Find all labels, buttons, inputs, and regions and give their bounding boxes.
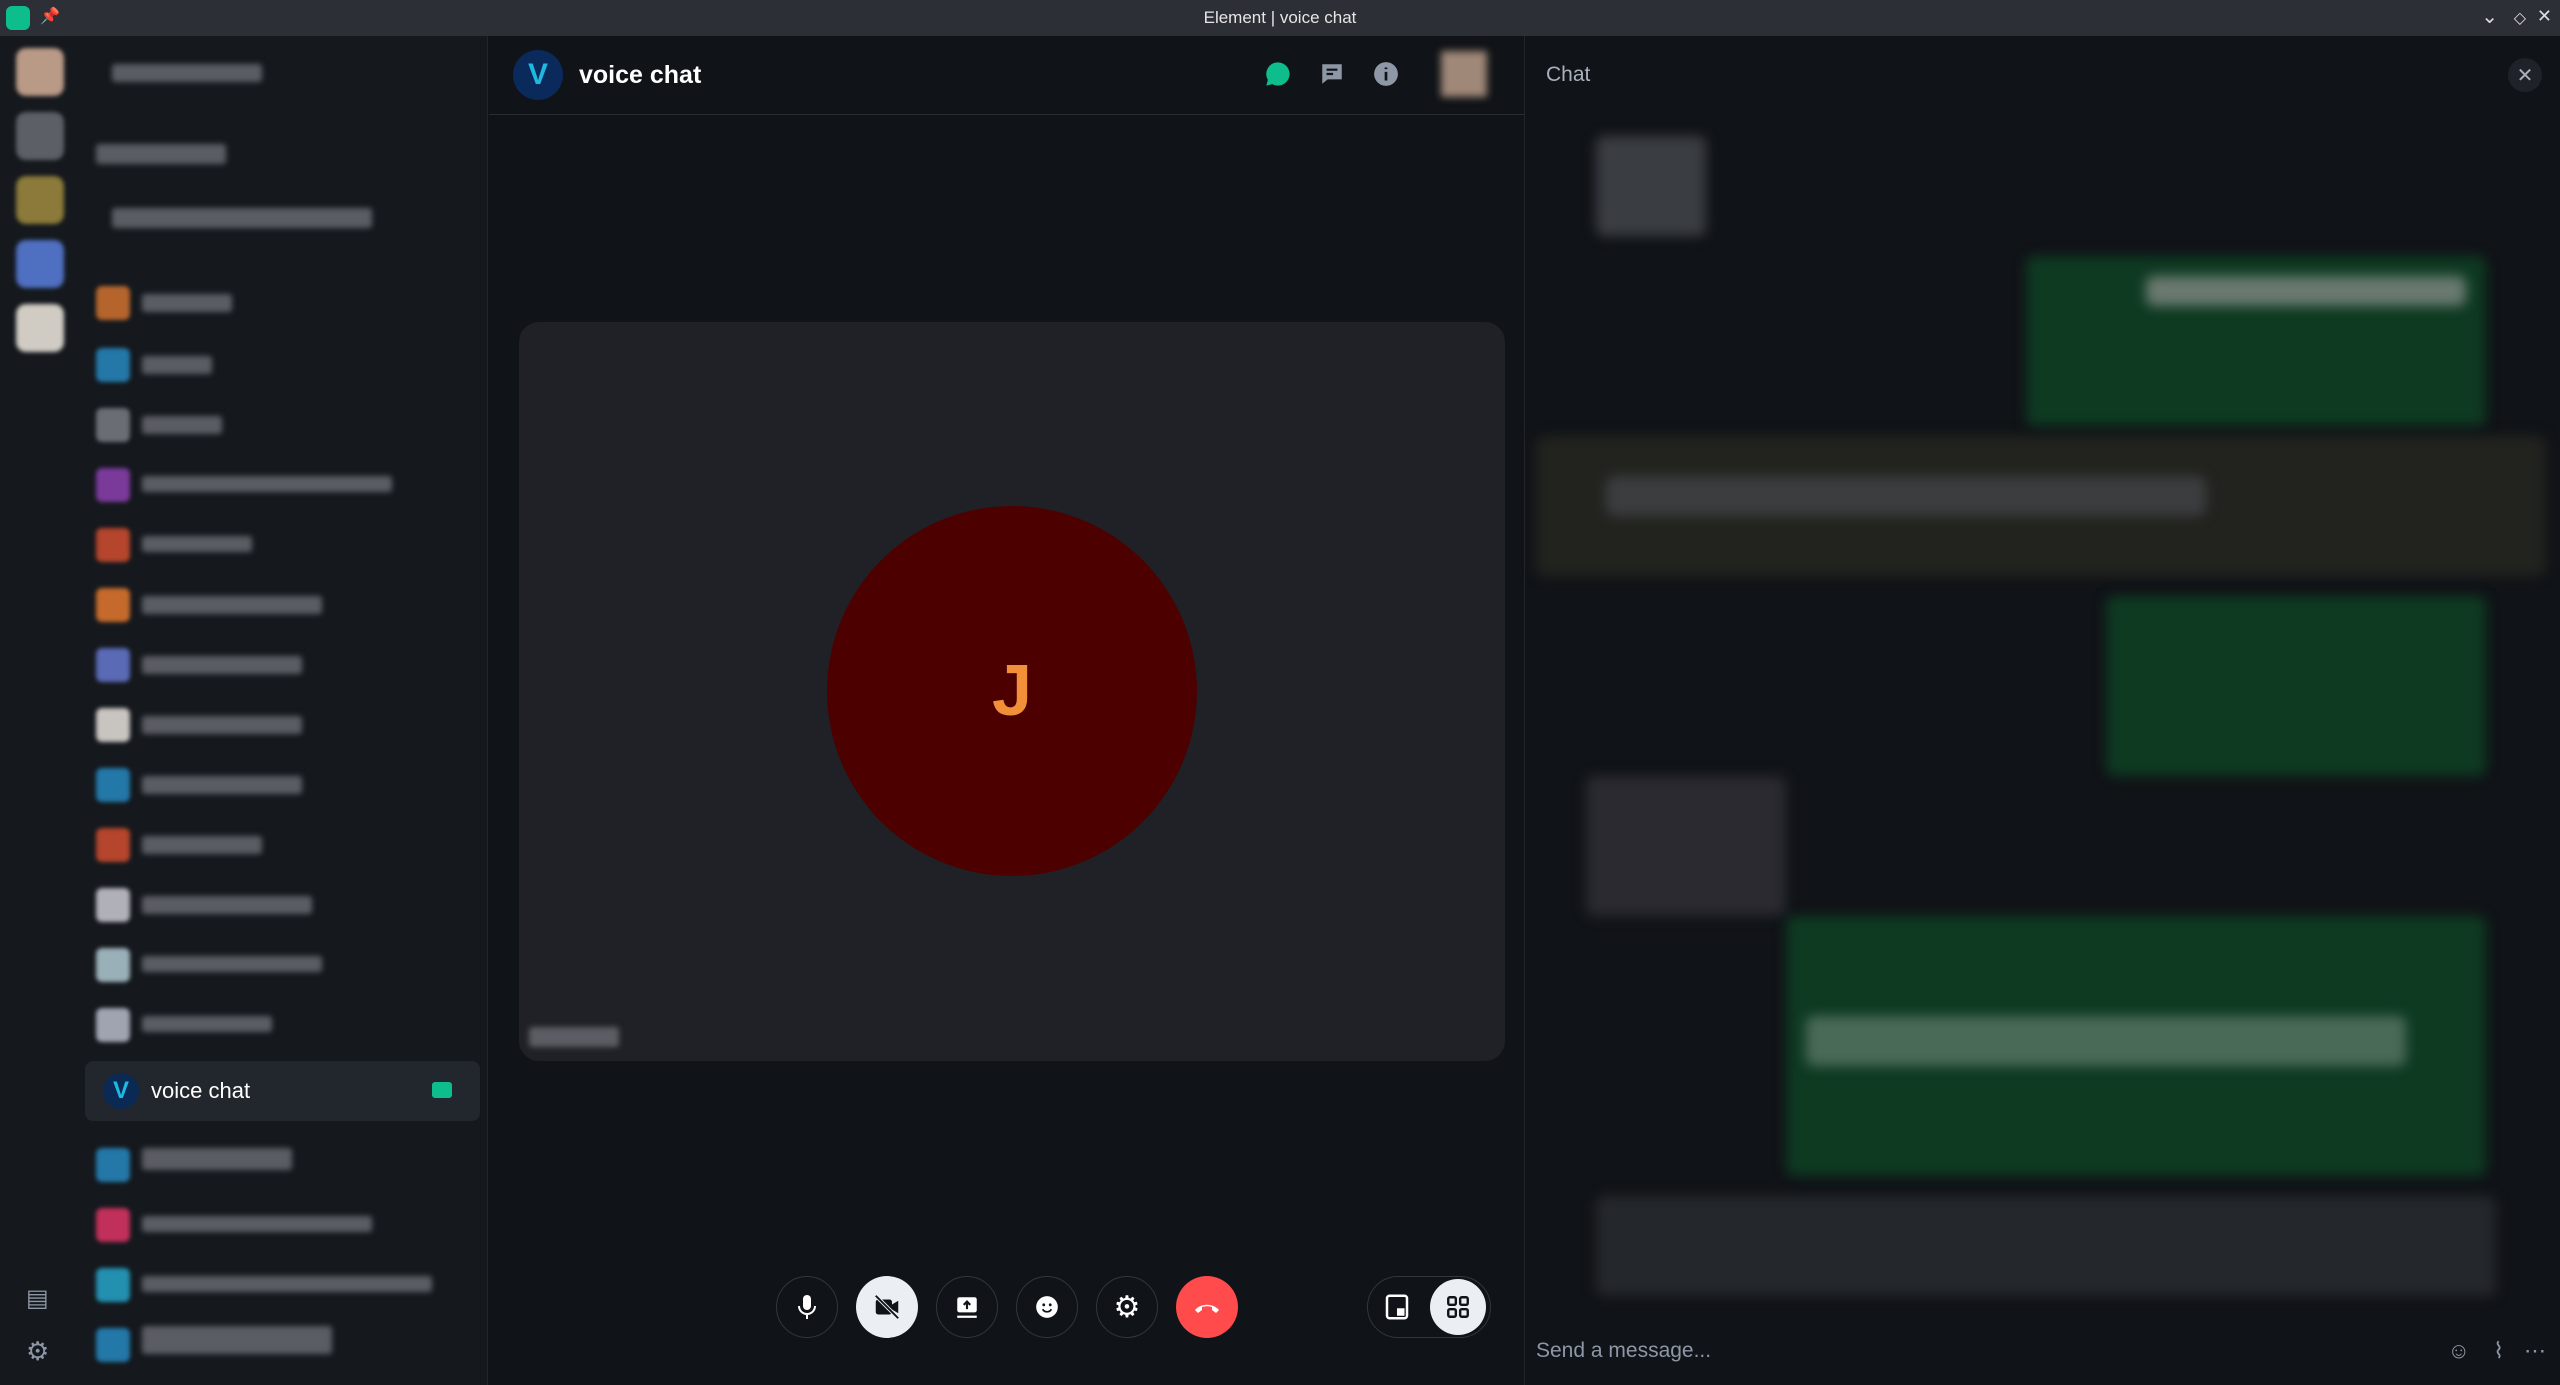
emoji-icon[interactable]: ☺ <box>2448 1338 2470 1364</box>
room-item[interactable] <box>142 1016 272 1032</box>
space-avatar[interactable] <box>16 112 64 160</box>
room-avatar <box>96 468 130 502</box>
message <box>1596 136 1706 236</box>
space-avatar[interactable] <box>16 176 64 224</box>
room-avatar <box>96 648 130 682</box>
room-header: V voice chat <box>489 36 1524 115</box>
threads-icon[interactable] <box>1316 58 1348 90</box>
room-title[interactable]: voice chat <box>579 61 701 90</box>
spotlight-layout-icon[interactable] <box>1382 1292 1412 1327</box>
room-item[interactable] <box>142 476 392 492</box>
room-avatar <box>96 948 130 982</box>
title-bar: 📌 Element | voice chat ⌄ ◇ ✕ <box>0 0 2560 36</box>
close-icon[interactable]: ✕ <box>2508 58 2542 92</box>
chat-icon[interactable] <box>1262 58 1294 90</box>
window-title: Element | voice chat <box>1204 8 1357 28</box>
maximize-icon[interactable]: ◇ <box>2514 8 2526 28</box>
room-item[interactable] <box>142 1276 432 1292</box>
minimize-icon[interactable]: ⌄ <box>2481 4 2498 29</box>
chat-panel-title: Chat <box>1546 63 1590 87</box>
room-item[interactable] <box>142 294 232 312</box>
room-avatar <box>96 408 130 442</box>
blurred-header <box>112 64 262 82</box>
call-view: V voice chat J ⚙ <box>489 36 1525 1385</box>
grid-layout-icon[interactable] <box>1430 1279 1486 1335</box>
room-avatar <box>96 348 130 382</box>
room-item[interactable] <box>142 776 302 794</box>
room-item[interactable] <box>142 536 252 552</box>
chat-panel: Chat ✕ ☺ ⌇ ⋯ <box>1526 36 2560 1385</box>
room-name: voice chat <box>151 1078 250 1104</box>
hangup-button[interactable] <box>1176 1276 1238 1338</box>
camera-off-button[interactable] <box>856 1276 918 1338</box>
room-item[interactable] <box>142 836 262 854</box>
room-item[interactable] <box>142 416 222 434</box>
room-avatar: V <box>103 1073 139 1109</box>
pin-icon[interactable]: 📌 <box>40 6 60 26</box>
participant-avatar: J <box>827 506 1197 876</box>
attachment-icon[interactable]: ⌇ <box>2493 1338 2504 1364</box>
threads-icon[interactable]: ▤ <box>26 1284 49 1313</box>
room-avatar <box>96 528 130 562</box>
room-avatar <box>96 1328 130 1362</box>
message <box>1586 776 1786 916</box>
room-item[interactable] <box>142 896 312 914</box>
close-window-icon[interactable]: ✕ <box>2537 6 2552 27</box>
settings-icon[interactable]: ⚙ <box>1096 1276 1158 1338</box>
room-avatar <box>96 286 130 320</box>
room-item[interactable] <box>142 656 302 674</box>
message-input[interactable] <box>1536 1339 2336 1363</box>
message <box>1596 1196 2496 1296</box>
room-avatar <box>96 1008 130 1042</box>
app-icon <box>6 6 30 30</box>
member-avatars[interactable] <box>1424 58 1504 90</box>
message-text <box>1806 1016 2406 1066</box>
room-avatar <box>96 1148 130 1182</box>
room-avatar <box>96 1208 130 1242</box>
settings-icon[interactable]: ⚙ <box>26 1336 49 1367</box>
more-options-icon[interactable]: ⋯ <box>2524 1338 2546 1364</box>
room-avatar <box>96 828 130 862</box>
reaction-button[interactable] <box>1016 1276 1078 1338</box>
room-item[interactable] <box>142 1326 332 1354</box>
spaces-bar: ▤ ⚙ <box>0 36 82 1385</box>
message <box>2106 596 2486 776</box>
room-avatar <box>96 708 130 742</box>
room-list: V voice chat <box>82 36 488 1385</box>
room-item[interactable] <box>142 596 322 614</box>
room-avatar <box>96 888 130 922</box>
video-call-icon <box>432 1082 452 1098</box>
participant-name <box>529 1027 619 1047</box>
participant-tile: J <box>519 322 1505 1061</box>
room-avatar <box>96 1268 130 1302</box>
room-avatar <box>96 588 130 622</box>
message-text <box>2146 276 2466 306</box>
blurred-text <box>96 144 226 164</box>
room-item[interactable] <box>142 1148 292 1170</box>
share-screen-button[interactable] <box>936 1276 998 1338</box>
blurred-text <box>112 208 372 228</box>
call-controls: ⚙ <box>489 1276 1525 1338</box>
microphone-button[interactable] <box>776 1276 838 1338</box>
room-item-voice-chat[interactable]: V voice chat <box>85 1061 480 1121</box>
room-item[interactable] <box>142 356 212 374</box>
space-avatar[interactable] <box>16 304 64 352</box>
layout-toggle <box>1367 1276 1491 1338</box>
space-avatar[interactable] <box>16 48 64 96</box>
space-avatar[interactable] <box>16 240 64 288</box>
room-item[interactable] <box>142 716 302 734</box>
room-avatar: V <box>513 50 563 100</box>
room-item[interactable] <box>142 956 322 972</box>
room-avatar <box>96 768 130 802</box>
message-text <box>1606 476 2206 516</box>
message-composer: ☺ ⌇ ⋯ <box>1526 1316 2560 1385</box>
room-item[interactable] <box>142 1216 372 1232</box>
room-info-icon[interactable] <box>1370 58 1402 90</box>
